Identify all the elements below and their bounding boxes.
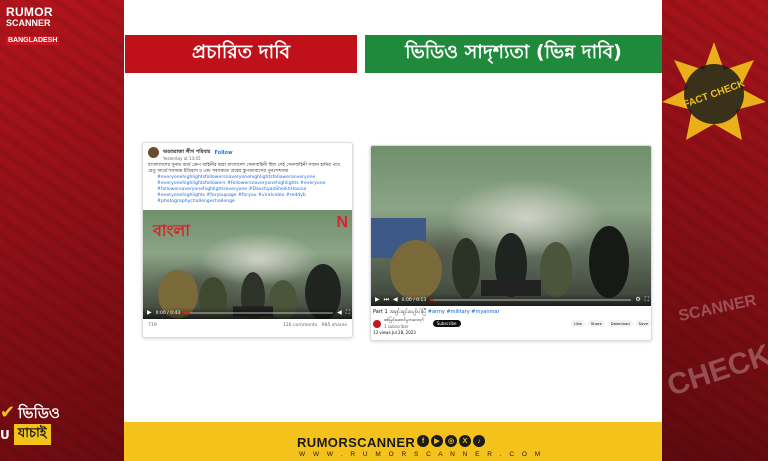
- social-icons: f ▶ ◎ X ♪: [417, 435, 485, 447]
- settings-icon[interactable]: ⚙: [635, 297, 640, 303]
- youtube-video-player[interactable]: ▶ ⏭ ◀ 0:00 / 0:13 ⚙ ⛶: [371, 146, 651, 306]
- share-button[interactable]: Share: [587, 320, 605, 327]
- footer-url[interactable]: W W W . R U M O R S C A N N E R . C O M: [299, 451, 543, 458]
- fact-check-star-icon: FACT CHECK: [662, 42, 766, 140]
- youtube-video-card: ▶ ⏭ ◀ 0:00 / 0:13 ⚙ ⛶ Part 1 အချင်းချင်း…: [370, 145, 652, 341]
- facebook-video-player[interactable]: বাংলা N ▶ 0:00 / 0:43 ◀ ⛶: [143, 210, 352, 319]
- stamp-bottom-text: CHECK: [663, 338, 768, 403]
- video-title-tags[interactable]: #army #military #myanmar: [428, 309, 500, 315]
- rumor-scanner-logo: RUMOR SCANNER BANGLADESH: [6, 6, 66, 47]
- checkmark-icon: ✔: [0, 402, 16, 423]
- play-icon[interactable]: ▶: [147, 310, 152, 316]
- footer-brand: RUMORSCANNER: [297, 435, 416, 450]
- logo-line-1: RUMOR: [6, 5, 53, 19]
- footer-bar: RUMORSCANNER f ▶ ◎ X ♪ W W W . R U M O R…: [124, 422, 662, 461]
- video-controls: ▶ 0:00 / 0:43 ◀ ⛶: [143, 307, 352, 319]
- comment-count[interactable]: 126 comments: [283, 323, 317, 328]
- post-stats: 719 126 comments 985 shares: [143, 323, 352, 328]
- channel-row: စစ်မြင့်ဆောင်မှုဘလော့ဂ် 1 subscriber Sub…: [373, 318, 651, 329]
- logo-line-2: SCANNER: [6, 18, 51, 28]
- video-title-text: Part 1 အချင်းချင်းပျော်ပါးပြီ: [373, 309, 427, 315]
- overlay-channel-logo: বাংলা: [153, 221, 190, 240]
- video-controls: ▶ ⏭ ◀ 0:00 / 0:13 ⚙ ⛶: [371, 294, 651, 306]
- left-decorative-band: [0, 0, 124, 461]
- video-check-badge: ✔ ভিডিও U যাচাই: [0, 404, 70, 445]
- overlay-n-logo: N: [336, 214, 348, 231]
- video-similarity-header-label: ভিডিও সাদৃশ্যতা (ভিন্ন দাবি): [405, 41, 622, 63]
- claim-header: প্রচারিত দাবি: [125, 35, 357, 73]
- avatar[interactable]: [148, 147, 159, 158]
- fullscreen-icon[interactable]: ⛶: [346, 310, 350, 316]
- crowd-figures: [371, 218, 629, 300]
- post-hashtags[interactable]: #everyonehighlightsfollowersnaveryonehig…: [143, 175, 352, 205]
- video-actions: Like Share Download Save: [571, 320, 651, 327]
- youtube-icon[interactable]: ▶: [431, 435, 443, 447]
- tiktok-icon[interactable]: ♪: [473, 435, 485, 447]
- video-similarity-header: ভিডিও সাদৃশ্যতা (ভিন্ন দাবি): [365, 35, 662, 73]
- badge-word-video: ভিডিও: [18, 404, 60, 422]
- share-count[interactable]: 985 shares: [322, 323, 347, 328]
- video-views-date: 13 views Jul 28, 2023: [373, 330, 416, 335]
- fullscreen-icon[interactable]: ⛶: [645, 297, 649, 303]
- download-button[interactable]: Download: [607, 320, 633, 327]
- volume-icon[interactable]: ◀: [393, 297, 398, 303]
- time-readout: 0:00 / 0:13: [401, 297, 427, 303]
- claim-header-label: প্রচারিত দাবি: [191, 41, 291, 63]
- post-text: বাংলাদেশের সুনাম অর্জ ক্রেপ বাহিনীর দ্বা…: [148, 163, 341, 174]
- next-icon[interactable]: ⏭: [384, 297, 389, 303]
- badge-word-check: যাচাই: [13, 424, 51, 445]
- volume-icon[interactable]: ◀: [337, 310, 342, 316]
- progress-bar[interactable]: [184, 312, 334, 314]
- reaction-count[interactable]: 719: [148, 323, 157, 328]
- like-button[interactable]: Like: [571, 320, 585, 327]
- follow-link[interactable]: Follow: [214, 150, 232, 156]
- subscriber-count: 1 subscriber: [384, 324, 409, 329]
- facebook-icon[interactable]: f: [417, 435, 429, 447]
- progress-bar[interactable]: [430, 299, 632, 301]
- facebook-post-card: অরতরাজা লীগ পরিবার Follow Yesterday at 1…: [142, 142, 353, 338]
- play-icon[interactable]: ▶: [375, 297, 380, 303]
- x-icon[interactable]: X: [459, 435, 471, 447]
- logo-line-3: BANGLADESH: [6, 36, 60, 45]
- video-title: Part 1 အချင်းချင်းပျော်ပါးပြီ #army #mil…: [373, 309, 500, 316]
- watermark-stamp: SCANNER CHECK: [663, 292, 768, 440]
- avatar[interactable]: [373, 319, 381, 328]
- save-button[interactable]: Save: [635, 320, 651, 327]
- instagram-icon[interactable]: ◎: [445, 435, 457, 447]
- time-readout: 0:00 / 0:43: [155, 310, 181, 316]
- subscribe-button[interactable]: Subscribe: [432, 320, 461, 327]
- badge-letter: U: [0, 427, 10, 442]
